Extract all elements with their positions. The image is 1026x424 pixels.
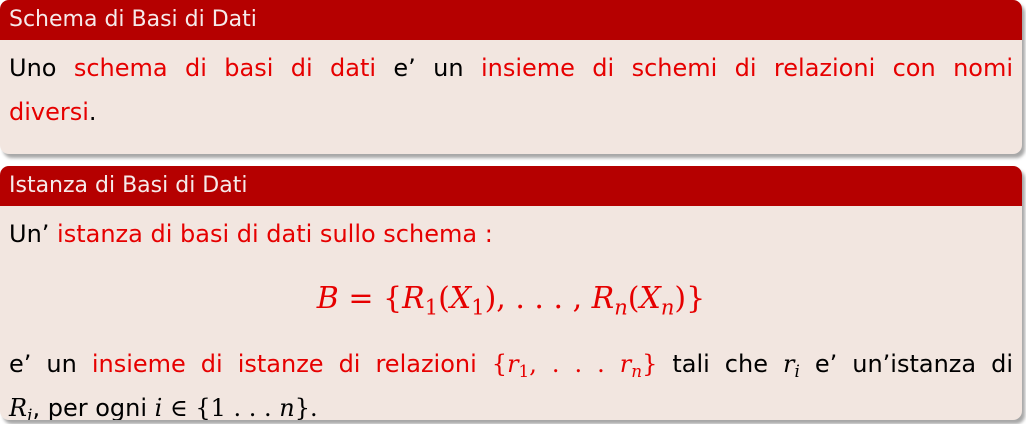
highlighted-term: diversi [9,98,89,126]
math-symbol: r [782,350,795,378]
math-symbol: r [619,350,632,378]
math-symbol: n [279,394,295,420]
text-span: . [88,98,97,126]
block-body: Un’ istanza di basi di dati sullo schema… [0,206,1022,420]
block-body: Uno schema di basi di dati e’ un insieme… [0,40,1022,134]
text-span: e’ un’istanza di [799,350,1014,378]
math-subscript: 1 [471,295,485,320]
text-line: Ri, per ogni i ∈ {1 . . . n}. [9,386,1013,420]
text-span: e’ un [9,350,92,378]
math-symbol: ( [438,281,450,316]
block-title: Istanza di Basi di Dati [0,166,1022,206]
math-symbol: )} [674,281,706,316]
text-span: , per ogni [32,394,155,420]
math-symbol: R [9,394,28,420]
math-subscript: n [614,295,628,320]
text-span: e’ un [376,54,481,82]
math-symbol: = { [338,281,403,316]
block-title: Schema di Basi di Dati [0,0,1022,40]
text-line: Un’ istanza di basi di dati sullo schema… [9,212,1013,256]
math-subscript: 1 [518,361,530,382]
text-line: e’ un insieme di istanze di relazioni {r… [9,342,1013,386]
math-symbol: }. [294,394,318,420]
math-symbol: , . . . [529,350,620,378]
math-symbol: ∈ {1 . . . [162,394,280,420]
math-symbol: { [476,350,508,378]
highlighted-term: insieme di schemi di relazioni con nomi [480,54,1014,82]
highlighted-term: insieme di istanze di relazioni [91,350,477,378]
highlighted-term: schema di basi di dati [73,54,377,82]
highlighted-term: istanza di basi di dati sullo schema : [57,220,493,248]
math-subscript: 1 [424,295,439,320]
math-symbol: , . . . , [496,281,592,316]
math-subscript: n [631,361,643,382]
math-symbol: r [507,350,519,378]
math-symbol: } [642,350,658,378]
definition-block-schema: Schema di Basi di Dati Uno schema di bas… [0,0,1022,154]
math-symbol: B [316,281,339,316]
definition-block-instance: Istanza di Basi di Dati Un’ istanza di b… [0,166,1022,420]
math-subscript: n [660,295,675,320]
math-symbol: ) [484,281,497,316]
text-line: Uno schema di basi di dati e’ un insieme… [9,46,1013,90]
math-symbol: R [402,281,425,316]
text-span: Un’ [9,220,58,248]
schema-formula: B = {R1(X1), . . . , Rn(Xn)} [9,274,1013,324]
math-symbol: X [449,281,472,316]
math-symbol: ( [627,281,640,316]
math-symbol: X [639,281,661,316]
set-expression: {r1, . . . rn} [476,350,658,382]
text-span: Uno [9,54,74,82]
text-span: tali che [657,350,783,378]
math-symbol: R [591,281,615,316]
text-line: diversi. [9,90,1013,134]
